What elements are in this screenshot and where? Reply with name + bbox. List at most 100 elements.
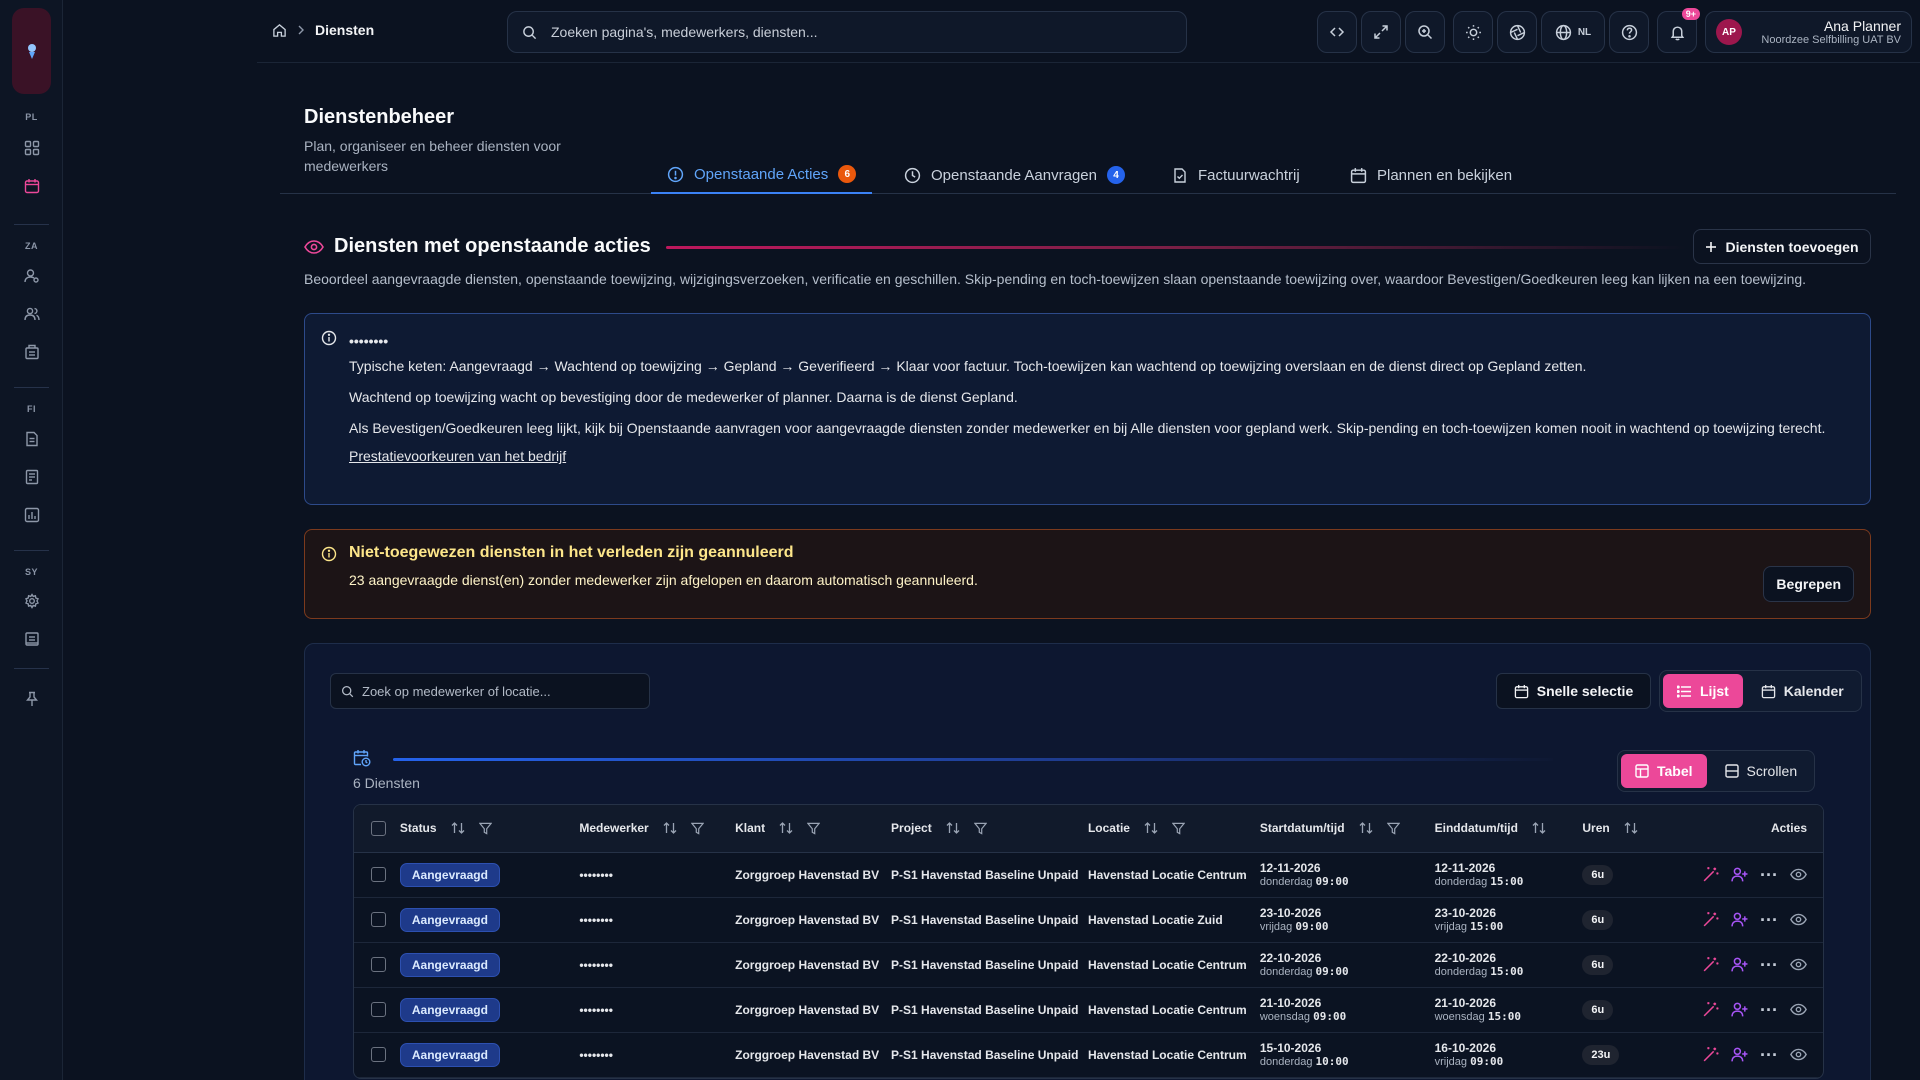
magic-wand-icon[interactable] [1702, 1046, 1719, 1063]
global-search-input[interactable] [551, 24, 1151, 40]
notifications-button[interactable]: 9+ [1657, 8, 1700, 53]
start-date: 12-11-2026 [1259, 861, 1321, 875]
status-badge: Aangevraagd [399, 907, 500, 932]
magic-wand-icon[interactable] [1702, 866, 1719, 883]
fullscreen-button[interactable] [1361, 11, 1401, 53]
row-checkbox[interactable] [371, 1002, 386, 1017]
global-search[interactable] [507, 11, 1187, 53]
table-row[interactable]: Aangevraagd •••••••• Zorggroep Havenstad… [354, 942, 1823, 988]
sort-icon[interactable] [1532, 822, 1546, 835]
company-preferences-link[interactable]: Prestatievoorkeuren van het bedrijf [349, 448, 566, 464]
bar-chart-icon[interactable] [21, 504, 43, 526]
help-button[interactable] [1609, 11, 1649, 53]
more-options-icon[interactable]: ··· [1760, 911, 1778, 929]
add-shifts-button[interactable]: Diensten toevoegen [1693, 229, 1871, 264]
user-settings-icon[interactable] [21, 265, 43, 287]
row-checkbox[interactable] [371, 867, 386, 882]
column-header-start[interactable]: Startdatum/tijd [1260, 821, 1345, 835]
sort-icon[interactable] [1359, 822, 1373, 835]
calendar-icon[interactable] [21, 175, 43, 197]
user-menu[interactable]: AP Ana Planner Noordzee Selfbilling UAT … [1705, 11, 1912, 53]
audit-log-icon[interactable] [21, 628, 43, 650]
row-checkbox[interactable] [371, 912, 386, 927]
more-options-icon[interactable]: ··· [1760, 1046, 1778, 1064]
column-header-hours[interactable]: Uren [1582, 821, 1609, 835]
row-checkbox[interactable] [371, 1047, 386, 1062]
theme-toggle-button[interactable] [1453, 11, 1493, 53]
sort-icon[interactable] [779, 822, 793, 835]
filter-icon[interactable] [1171, 822, 1185, 835]
tab-plannen-en-bekijken[interactable]: Plannen en bekijken [1334, 156, 1528, 194]
mode-table-button[interactable]: Tabel [1621, 754, 1707, 788]
table-row[interactable]: Aangevraagd •••••••• Zorggroep Havenstad… [354, 1032, 1823, 1078]
column-header-status[interactable]: Status [400, 821, 437, 835]
row-checkbox[interactable] [371, 957, 386, 972]
users-icon[interactable] [21, 303, 43, 325]
more-options-icon[interactable]: ··· [1760, 866, 1778, 884]
pin-icon[interactable] [21, 688, 43, 710]
magic-wand-icon[interactable] [1702, 956, 1719, 973]
end-time: 15:00 [1490, 965, 1524, 978]
tab-openstaande-aanvragen[interactable]: Openstaande Aanvragen 4 [888, 156, 1141, 194]
table-row[interactable]: Aangevraagd •••••••• Zorggroep Havenstad… [354, 987, 1823, 1033]
column-header-project[interactable]: Project [891, 821, 932, 835]
building-icon[interactable] [21, 341, 43, 363]
eye-icon[interactable] [1790, 868, 1807, 881]
shift-search[interactable] [330, 673, 650, 709]
sort-icon[interactable] [1144, 822, 1158, 835]
eye-icon[interactable] [1790, 913, 1807, 926]
zoom-button[interactable] [1405, 11, 1445, 53]
shift-search-input[interactable] [362, 683, 642, 699]
assign-user-icon[interactable] [1731, 1046, 1748, 1063]
filter-icon[interactable] [1386, 822, 1400, 835]
assign-user-icon[interactable] [1731, 866, 1748, 883]
invoice-icon[interactable] [21, 466, 43, 488]
assign-user-icon[interactable] [1731, 911, 1748, 928]
magic-wand-icon[interactable] [1702, 911, 1719, 928]
view-calendar-button[interactable]: Kalender [1747, 674, 1858, 708]
mode-scroll-button[interactable]: Scrollen [1711, 754, 1812, 788]
project-name: P-S1 Havenstad Baseline Unpaid [891, 1002, 1079, 1017]
column-header-client[interactable]: Klant [735, 821, 765, 835]
column-header-location[interactable]: Locatie [1088, 821, 1130, 835]
more-options-icon[interactable]: ··· [1760, 956, 1778, 974]
column-header-employee[interactable]: Medewerker [579, 821, 648, 835]
aperture-icon [1509, 24, 1525, 40]
table-body: Aangevraagd •••••••• Zorggroep Havenstad… [354, 852, 1823, 1078]
section-title-text: Diensten met openstaande acties [334, 235, 651, 257]
sort-icon[interactable] [946, 822, 960, 835]
assign-user-icon[interactable] [1731, 1001, 1748, 1018]
view-list-button[interactable]: Lijst [1663, 674, 1743, 708]
tab-factuurwachtrij[interactable]: Factuurwachtrij [1156, 156, 1316, 194]
app-logo[interactable] [12, 8, 51, 94]
select-all-checkbox[interactable] [371, 820, 386, 836]
eye-icon[interactable] [1790, 958, 1807, 971]
assign-user-icon[interactable] [1731, 956, 1748, 973]
language-button[interactable]: NL [1541, 11, 1605, 53]
more-options-icon[interactable]: ··· [1760, 1001, 1778, 1019]
document-icon[interactable] [21, 428, 43, 450]
collapse-sidebar-button[interactable] [1317, 11, 1357, 53]
sort-icon[interactable] [663, 822, 677, 835]
acknowledge-button[interactable]: Begrepen [1763, 566, 1854, 602]
quick-select-button[interactable]: Snelle selectie [1496, 673, 1651, 709]
dashboard-grid-icon[interactable] [21, 137, 43, 159]
tab-label: Plannen en bekijken [1377, 166, 1513, 184]
eye-icon[interactable] [1790, 1048, 1807, 1061]
sort-icon[interactable] [451, 822, 465, 835]
home-icon[interactable] [272, 23, 287, 38]
tab-openstaande-acties[interactable]: Openstaande Acties 6 [651, 156, 873, 194]
eye-icon[interactable] [1790, 1003, 1807, 1016]
filter-icon[interactable] [478, 822, 492, 835]
sort-icon[interactable] [1624, 822, 1638, 835]
table-row[interactable]: Aangevraagd •••••••• Zorggroep Havenstad… [354, 897, 1823, 943]
filter-icon[interactable] [973, 822, 987, 835]
shifts-table: Status Medewerker Klant Project Locatie … [353, 804, 1824, 1079]
gear-icon[interactable] [21, 590, 43, 612]
magic-wand-icon[interactable] [1702, 1001, 1719, 1018]
column-header-end[interactable]: Einddatum/tijd [1435, 821, 1518, 835]
filter-icon[interactable] [807, 822, 821, 835]
aperture-button[interactable] [1497, 11, 1537, 53]
filter-icon[interactable] [690, 822, 704, 835]
table-row[interactable]: Aangevraagd •••••••• Zorggroep Havenstad… [354, 852, 1823, 898]
